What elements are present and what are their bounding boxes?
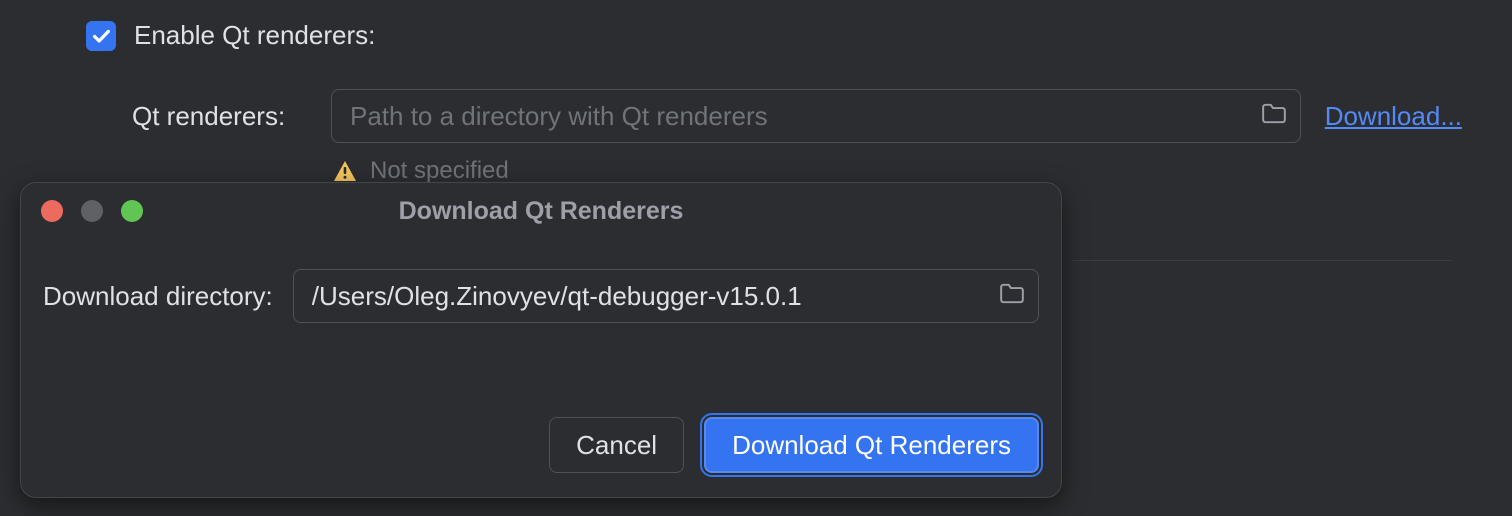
warning-icon xyxy=(332,160,358,182)
download-qt-renderers-button[interactable]: Download Qt Renderers xyxy=(704,417,1039,473)
qt-renderers-input-wrapper xyxy=(331,89,1301,143)
download-directory-input[interactable] xyxy=(293,269,1039,323)
warning-text: Not specified xyxy=(370,157,509,185)
warning-row: Not specified xyxy=(0,157,1512,185)
browse-folder-button[interactable] xyxy=(1261,101,1287,132)
download-directory-input-wrapper xyxy=(293,269,1039,323)
qt-renderers-row: Qt renderers: Download... xyxy=(0,89,1512,143)
download-link[interactable]: Download... xyxy=(1325,101,1462,132)
enable-qt-label[interactable]: Enable Qt renderers: xyxy=(134,20,375,51)
check-icon xyxy=(90,25,112,47)
separator-line xyxy=(1072,260,1452,261)
qt-renderers-input[interactable] xyxy=(331,89,1301,143)
browse-download-folder-button[interactable] xyxy=(999,281,1025,312)
settings-panel: Enable Qt renderers: Qt renderers: Downl… xyxy=(0,0,1512,205)
enable-qt-row: Enable Qt renderers: xyxy=(0,20,1512,51)
dialog-titlebar: Download Qt Renderers xyxy=(21,183,1061,239)
dialog-footer: Cancel Download Qt Renderers xyxy=(21,417,1061,497)
minimize-window-button[interactable] xyxy=(81,200,103,222)
folder-icon xyxy=(1261,103,1287,125)
dialog-body: Download directory: xyxy=(21,239,1061,323)
download-dialog: Download Qt Renderers Download directory… xyxy=(20,182,1062,498)
dialog-title: Download Qt Renderers xyxy=(399,197,684,226)
enable-qt-checkbox[interactable] xyxy=(86,21,116,51)
window-controls xyxy=(41,200,143,222)
cancel-button[interactable]: Cancel xyxy=(549,417,684,473)
download-directory-label: Download directory: xyxy=(43,281,273,312)
qt-renderers-label: Qt renderers: xyxy=(132,101,307,132)
folder-icon xyxy=(999,283,1025,305)
maximize-window-button[interactable] xyxy=(121,200,143,222)
close-window-button[interactable] xyxy=(41,200,63,222)
